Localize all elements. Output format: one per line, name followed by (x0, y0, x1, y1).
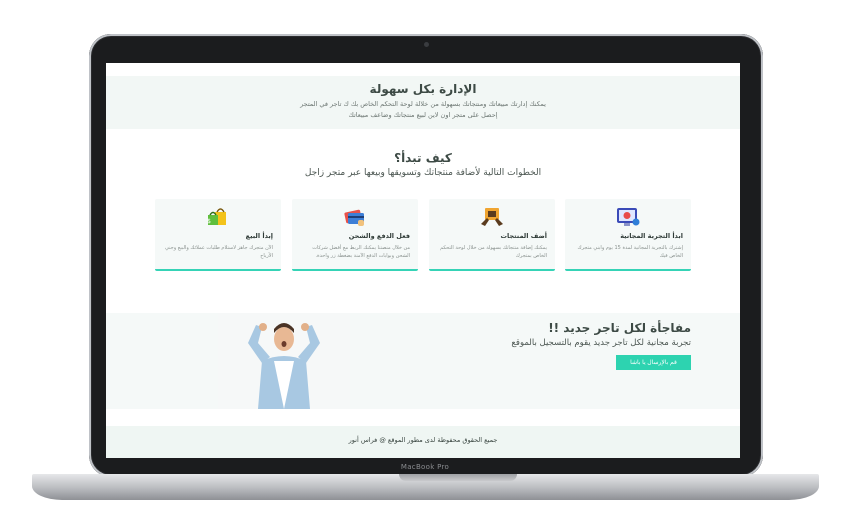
device-brand-label: MacBook Pro (400, 463, 450, 471)
step-card-title: فعل الدفع والشحن (348, 232, 410, 240)
promo-cta-button[interactable]: قم بالإرسال يا باشا (616, 355, 691, 370)
step-card-free-trial[interactable]: ابدأ التجربة المجانية إشترك بالتجربة الم… (565, 199, 691, 271)
start-subtitle: الخطوات التالية لأضافة منتجاتك وتسويقها … (304, 168, 542, 178)
start-title: كيف تبدأ؟ (394, 151, 452, 165)
camera-icon (424, 42, 429, 47)
shopping-bag-icon: $ (163, 205, 273, 229)
hero-line-1: يمكنك إدارتك مبيعاتك ومنتجاتك بسهولة من … (300, 100, 546, 108)
step-card-payment[interactable]: فعل الدفع والشحن من خلال منصتنا يمكنك ال… (292, 199, 418, 271)
promo-section: مفاجأة لكل تاجر جديد !! تجربة مجانية لكل… (106, 313, 740, 409)
surprised-person-image (218, 313, 350, 409)
add-products-icon (437, 205, 547, 229)
step-card-text: الآن متجرك جاهز لاستلام طلبات عملائك وال… (165, 245, 273, 259)
free-trial-icon (573, 205, 683, 229)
footer-copyright: جميع الحقوق محفوظة لدى مطور الموقع @ فرا… (348, 436, 498, 444)
steps-cards: ابدأ التجربة المجانية إشترك بالتجربة الم… (155, 199, 691, 273)
hero-title: الإدارة بكل سهولة (369, 82, 477, 96)
hero-section: الإدارة بكل سهولة يمكنك إدارتك مبيعاتك و… (106, 76, 740, 129)
step-card-text: إشترك بالتجربة المجانية لمدة 15 يوم وابن… (577, 245, 683, 259)
website-screen: الإدارة بكل سهولة يمكنك إدارتك مبيعاتك و… (106, 63, 740, 458)
step-card-text: يمكنك إضافة منتجاتك بسهولة من خلال لوحة … (440, 245, 547, 259)
promo-subtitle: تجربة مجانية لكل تاجر جديد يقوم بالتسجيل… (511, 338, 691, 348)
step-card-start-selling[interactable]: $ إبدأ البيع الآن متجرك جاهز لاستلام طلب… (155, 199, 281, 271)
svg-text:$: $ (207, 218, 211, 225)
step-card-title: إبدأ البيع (245, 232, 273, 240)
payment-card-icon (300, 205, 410, 229)
step-card-add-products[interactable]: أضف المنتجات يمكنك إضافة منتجاتك بسهولة … (429, 199, 555, 271)
site-footer: جميع الحقوق محفوظة لدى مطور الموقع @ فرا… (106, 426, 740, 458)
step-card-title: أضف المنتجات (500, 232, 547, 240)
laptop-base (32, 474, 819, 500)
promo-title: مفاجأة لكل تاجر جديد !! (548, 321, 691, 335)
hero-line-2: إحصل على متجر اون لاين لبيع منتجاتك وضاع… (348, 111, 498, 119)
step-card-text: من خلال منصتنا يمكنك الربط مع أفضل شركات… (312, 245, 410, 259)
base-notch (399, 474, 517, 481)
step-card-title: ابدأ التجربة المجانية (620, 232, 683, 240)
